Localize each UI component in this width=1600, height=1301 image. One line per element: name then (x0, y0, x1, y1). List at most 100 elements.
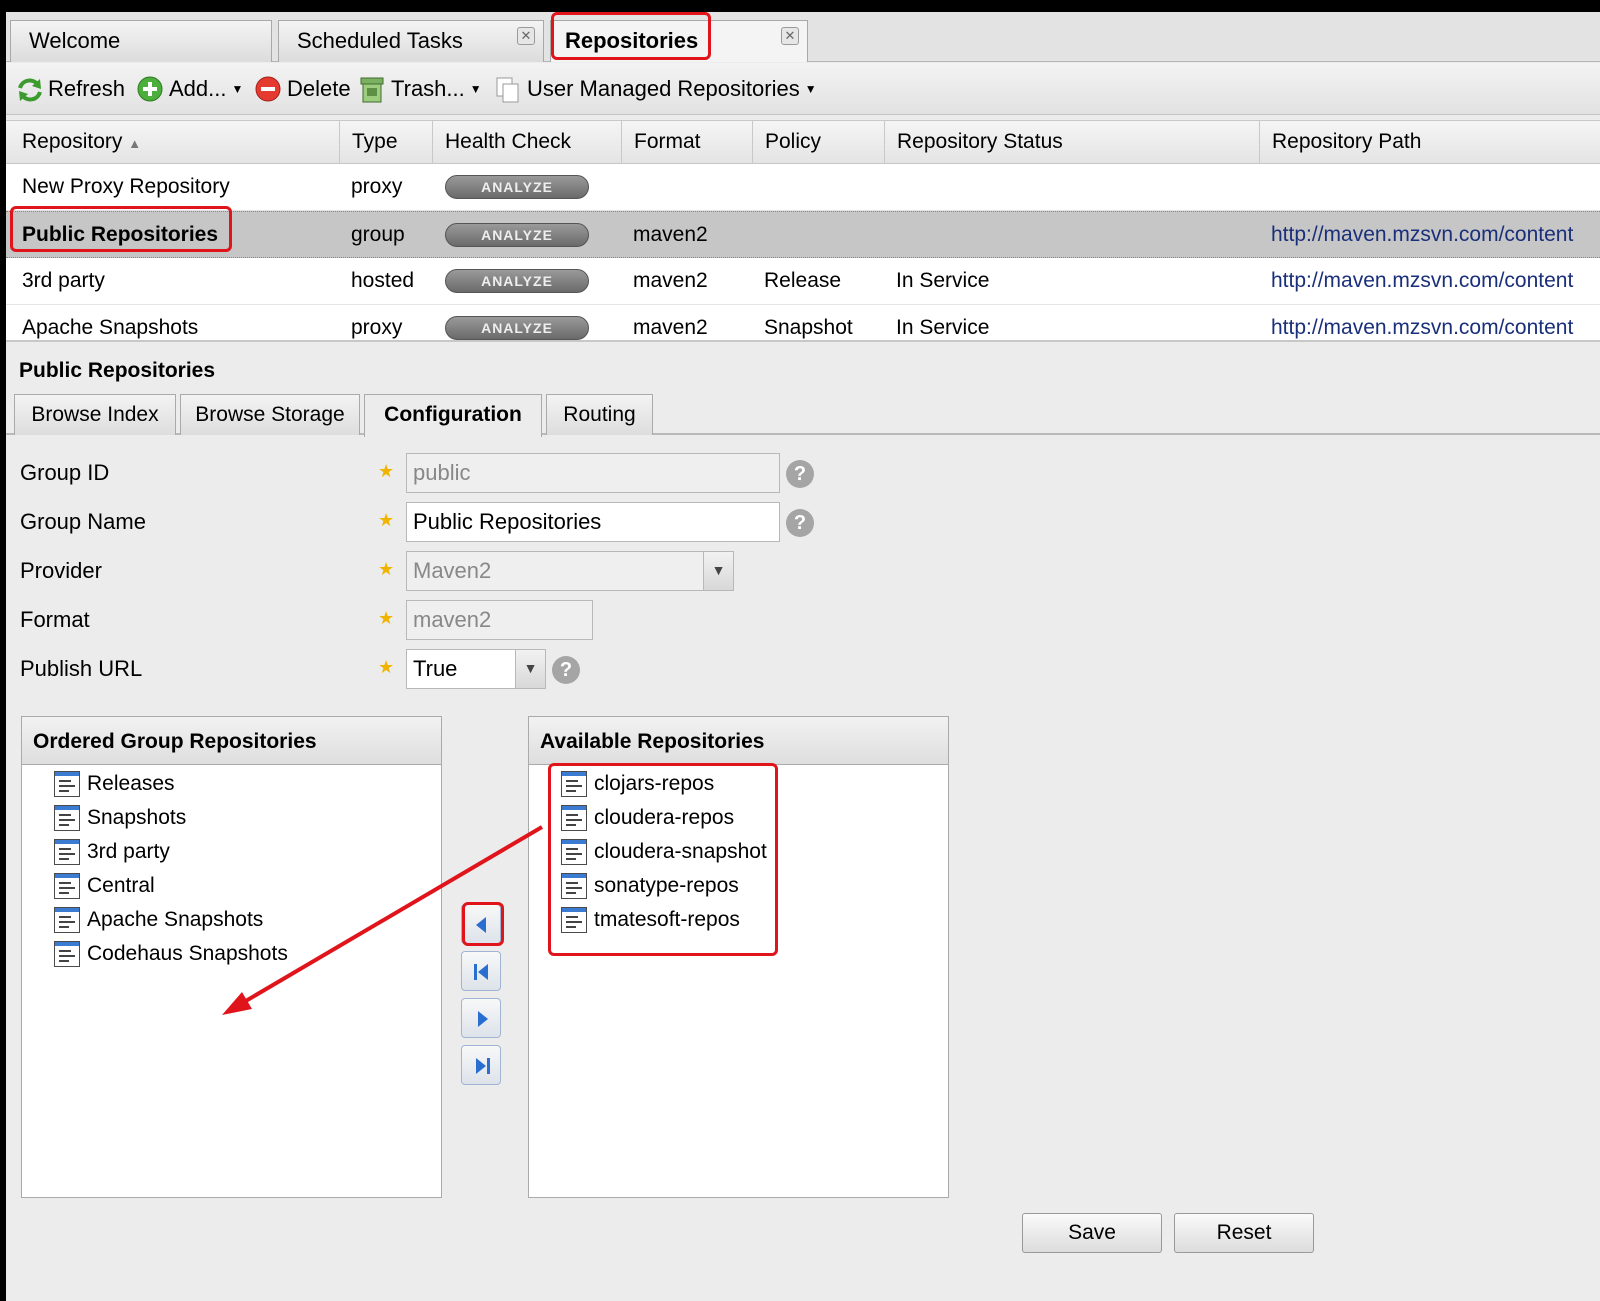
required-star-icon: ★ (378, 510, 395, 530)
analyze-button[interactable]: ANALYZE (445, 316, 589, 340)
move-left-button[interactable] (461, 904, 501, 944)
list-item-label: Central (87, 874, 155, 897)
group-name-field[interactable]: Public Repositories (406, 502, 780, 542)
publish-url-select[interactable]: True ▼ (406, 649, 546, 689)
analyze-button[interactable]: ANALYZE (445, 175, 589, 199)
required-star-icon: ★ (378, 559, 395, 579)
column-label: Repository (22, 130, 123, 153)
column-label: Format (634, 130, 701, 153)
close-icon[interactable]: ✕ (781, 27, 799, 45)
list-item[interactable]: 3rd party (54, 837, 170, 867)
publish-url-label: Publish URL (20, 656, 143, 681)
table-row[interactable]: New Proxy Repository proxy ANALYZE (6, 164, 1600, 211)
move-right-button[interactable] (461, 998, 501, 1038)
tab-configuration[interactable]: Configuration (364, 394, 542, 437)
tab-welcome[interactable]: Welcome (10, 20, 272, 62)
column-header-policy[interactable]: Policy (753, 121, 885, 164)
list-item[interactable]: Snapshots (54, 803, 186, 833)
move-last-button[interactable] (461, 1045, 501, 1085)
column-label: Type (352, 130, 398, 153)
list-item[interactable]: sonatype-repos (561, 871, 739, 901)
column-header-repository-status[interactable]: Repository Status (885, 121, 1260, 164)
list-item-label: cloudera-repos (594, 806, 735, 829)
available-repositories-panel: Available Repositories clojars-repos clo… (528, 716, 949, 1198)
refresh-button[interactable]: Refresh (16, 73, 125, 105)
tab-repositories[interactable]: Repositories ✕ (550, 20, 808, 62)
reset-button[interactable]: Reset (1174, 1213, 1314, 1253)
list-item[interactable]: Codehaus Snapshots (54, 939, 288, 969)
repository-format: maven2 (633, 223, 708, 246)
list-item[interactable]: Apache Snapshots (54, 905, 263, 935)
repository-icon (561, 907, 587, 933)
table-row-selected[interactable]: Public Repositories group ANALYZE maven2… (6, 211, 1600, 258)
repository-name: New Proxy Repository (22, 175, 230, 198)
format-label: Format (20, 607, 90, 632)
repository-path-link[interactable]: http://maven.mzsvn.com/content (1271, 212, 1573, 258)
chevron-down-icon[interactable]: ▼ (515, 650, 545, 688)
ordered-group-repositories-title: Ordered Group Repositories (22, 717, 441, 765)
move-first-icon (474, 964, 488, 980)
table-row[interactable]: 3rd party hosted ANALYZE maven2 Release … (6, 258, 1600, 305)
provider-select[interactable]: Maven2 ▼ (406, 551, 734, 591)
repository-icon (54, 771, 80, 797)
list-item[interactable]: tmatesoft-repos (561, 905, 740, 935)
list-item-label: Snapshots (87, 806, 187, 829)
trash-button[interactable]: Trash... ▼ (359, 73, 482, 105)
list-item-label: Apache Snapshots (87, 908, 264, 931)
table-row[interactable]: Apache Snapshots proxy ANALYZE maven2 Sn… (6, 305, 1600, 340)
delete-button[interactable]: Delete (255, 73, 351, 105)
column-header-type[interactable]: Type (340, 121, 433, 164)
repository-path-link[interactable]: http://maven.mzsvn.com/content (1271, 258, 1573, 304)
detail-tab-bar: Browse Index Browse Storage Configuratio… (6, 392, 1600, 437)
list-item-label: Releases (87, 772, 175, 795)
repository-policy: Release (764, 269, 842, 292)
list-item-label: 3rd party (87, 840, 170, 863)
group-id-field[interactable]: public (406, 453, 780, 493)
close-icon[interactable]: ✕ (517, 27, 535, 45)
user-managed-repositories-button[interactable]: User Managed Repositories ▼ (495, 73, 817, 105)
repository-icon (561, 873, 587, 899)
format-field[interactable]: maven2 (406, 600, 593, 640)
required-star-icon: ★ (378, 461, 395, 481)
analyze-button[interactable]: ANALYZE (445, 223, 589, 247)
tab-routing[interactable]: Routing (546, 394, 653, 435)
repository-name: Apache Snapshots (22, 316, 199, 339)
list-item-label: cloudera-snapshot (594, 840, 767, 863)
repository-type: proxy (351, 175, 403, 198)
repository-icon (561, 771, 587, 797)
list-item[interactable]: clojars-repos (561, 769, 714, 799)
help-icon[interactable]: ? (786, 509, 814, 537)
list-item-label: tmatesoft-repos (594, 908, 740, 931)
column-header-repository[interactable]: Repository ▲ (10, 121, 340, 164)
help-icon[interactable]: ? (786, 460, 814, 488)
list-item[interactable]: cloudera-repos (561, 803, 734, 833)
group-id-label: Group ID (20, 460, 110, 485)
refresh-icon (16, 76, 42, 102)
detail-panel-title: Public Repositories (19, 359, 216, 382)
group-name-label: Group Name (20, 509, 146, 534)
tab-browse-storage[interactable]: Browse Storage (180, 394, 360, 435)
add-label: Add... (169, 76, 227, 101)
repository-format: maven2 (633, 316, 708, 339)
column-header-health-check[interactable]: Health Check (433, 121, 622, 164)
tab-browse-index[interactable]: Browse Index (14, 394, 176, 435)
list-item[interactable]: Central (54, 871, 155, 901)
repository-format: maven2 (633, 269, 708, 292)
chevron-down-icon: ▼ (469, 82, 482, 96)
help-icon[interactable]: ? (552, 656, 580, 684)
column-header-format[interactable]: Format (622, 121, 753, 164)
tab-scheduled-tasks[interactable]: Scheduled Tasks ✕ (278, 20, 544, 62)
column-label: Policy (765, 130, 822, 153)
list-item[interactable]: Releases (54, 769, 175, 799)
repository-path-link[interactable]: http://maven.mzsvn.com/content (1271, 305, 1573, 340)
save-button[interactable]: Save (1022, 1213, 1162, 1253)
repository-icon (54, 873, 80, 899)
add-button[interactable]: Add... ▼ (137, 73, 243, 105)
analyze-button[interactable]: ANALYZE (445, 269, 589, 293)
list-item[interactable]: cloudera-snapshot (561, 837, 767, 867)
repository-type: proxy (351, 316, 403, 339)
add-icon (137, 76, 163, 102)
chevron-down-icon[interactable]: ▼ (703, 552, 733, 590)
column-header-repository-path[interactable]: Repository Path (1260, 121, 1600, 164)
move-first-button[interactable] (461, 951, 501, 991)
